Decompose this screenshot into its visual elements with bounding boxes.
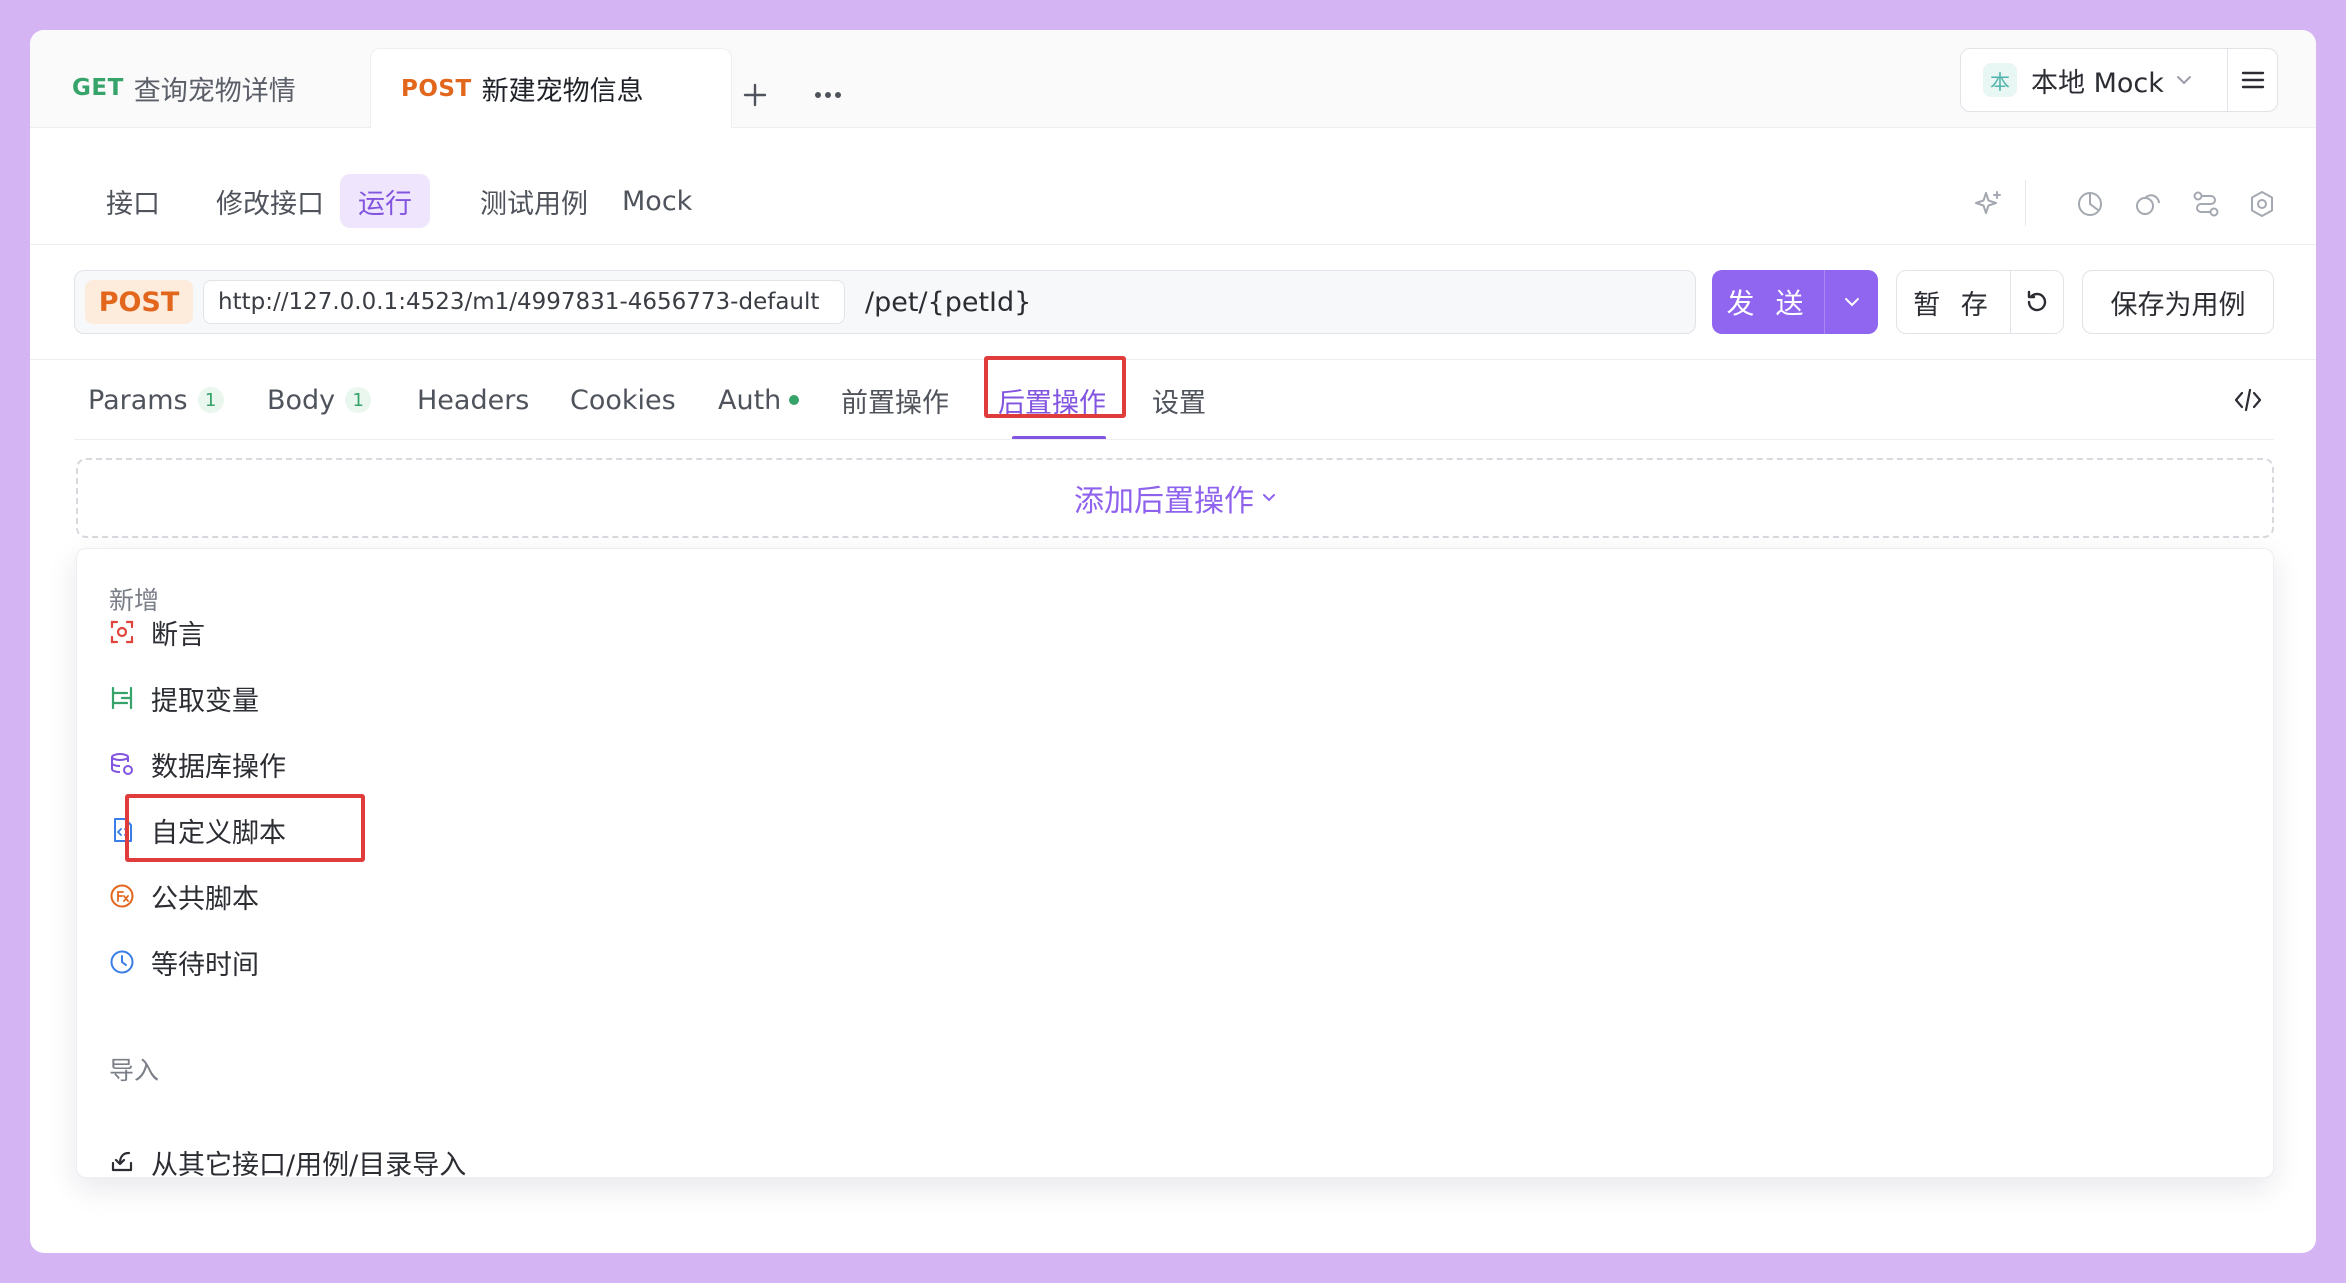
tab-settings[interactable]: 设置 bbox=[1152, 360, 1206, 440]
clock-icon bbox=[107, 947, 137, 977]
tab-post-operations[interactable]: 后置操作 bbox=[998, 360, 1106, 440]
tab-headers[interactable]: Headers bbox=[417, 360, 529, 440]
menu-item-label: 自定义脚本 bbox=[151, 817, 286, 849]
tab-label: Auth bbox=[718, 384, 782, 416]
reset-button[interactable] bbox=[2011, 271, 2063, 333]
status-dot bbox=[789, 395, 800, 405]
send-options-button[interactable] bbox=[1825, 270, 1878, 334]
tab-title: 查询宠物详情 bbox=[133, 75, 296, 107]
code-icon bbox=[2234, 388, 2262, 412]
subnav-test-cases[interactable]: 测试用例 bbox=[462, 174, 606, 228]
tab-auth[interactable]: Auth bbox=[718, 360, 800, 440]
menu-item-label: 从其它接口/用例/目录导入 bbox=[151, 1149, 467, 1181]
import-icon bbox=[107, 1147, 137, 1177]
copy-button[interactable] bbox=[2130, 186, 2166, 222]
environment-menu-button[interactable] bbox=[2228, 49, 2278, 111]
menu-item-label: 提取变量 bbox=[151, 685, 259, 717]
tab-get-pet-detail[interactable]: GET 查询宠物详情 bbox=[72, 48, 296, 128]
ai-sparkle-button[interactable] bbox=[1970, 186, 2006, 222]
menu-item-label: 公共脚本 bbox=[151, 883, 259, 915]
script-file-icon bbox=[107, 815, 137, 845]
gear-icon bbox=[2251, 191, 2273, 217]
subnav-mock[interactable]: Mock bbox=[604, 174, 710, 228]
more-tabs-button[interactable] bbox=[803, 70, 853, 120]
base-url-field[interactable]: http://127.0.0.1:4523/m1/4997831-4656773… bbox=[203, 280, 845, 324]
flow-route-icon bbox=[2193, 191, 2219, 217]
pie-clock-icon bbox=[2078, 192, 2102, 216]
tab-label: 后置操作 bbox=[998, 387, 1106, 419]
tab-body[interactable]: Body 1 bbox=[267, 360, 372, 440]
tab-pre-operations[interactable]: 前置操作 bbox=[841, 360, 949, 440]
function-icon bbox=[107, 881, 137, 911]
tab-label: Headers bbox=[417, 384, 530, 416]
menu-item-common-script[interactable]: 公共脚本 bbox=[107, 871, 259, 921]
tab-params[interactable]: Params 1 bbox=[88, 360, 224, 440]
count-badge: 1 bbox=[197, 387, 224, 413]
chevron-down-icon bbox=[1263, 494, 1275, 502]
divider bbox=[2025, 180, 2026, 226]
menu-section-import: 导入 bbox=[109, 1056, 160, 1085]
request-url-row: POST http://127.0.0.1:4523/m1/4997831-46… bbox=[30, 245, 2316, 360]
chevron-down-icon bbox=[2176, 76, 2191, 85]
extract-variable-icon bbox=[107, 683, 137, 713]
hamburger-menu-icon bbox=[2241, 71, 2265, 89]
settings-button[interactable] bbox=[2244, 186, 2280, 222]
method-select[interactable]: POST bbox=[85, 280, 193, 324]
request-tabs: Params 1 Body 1 Headers Cookies Auth 前置操… bbox=[30, 360, 2316, 440]
more-dots-icon bbox=[815, 92, 841, 98]
menu-item-extract-variable[interactable]: 提取变量 bbox=[107, 673, 259, 723]
undo-icon bbox=[2027, 290, 2047, 312]
menu-item-database-operation[interactable]: 数据库操作 bbox=[107, 739, 286, 789]
add-post-operation-label: 添加后置操作 bbox=[1074, 484, 1254, 519]
url-bar: POST http://127.0.0.1:4523/m1/4997831-46… bbox=[74, 270, 1696, 334]
plus-icon bbox=[743, 83, 767, 107]
environment-switcher: 本 本地 Mock bbox=[1960, 48, 2278, 112]
divider bbox=[74, 439, 2274, 440]
subnav-endpoint[interactable]: 接口 bbox=[88, 174, 178, 228]
add-post-operation-button[interactable]: 添加后置操作 bbox=[76, 458, 2274, 538]
subnav-run[interactable]: 运行 bbox=[340, 174, 430, 228]
database-icon bbox=[107, 749, 137, 779]
post-operation-menu: 新增 断言 提取变量 数据库操作 自定义脚本 公共脚本 等待时间 导入 从其它接… bbox=[76, 548, 2274, 1181]
environment-label: 本地 Mock bbox=[2031, 67, 2164, 99]
tab-create-pet[interactable]: POST 新建宠物信息 bbox=[370, 48, 732, 128]
generate-code-button[interactable] bbox=[2230, 382, 2266, 418]
environment-select[interactable]: 本 本地 Mock bbox=[1961, 49, 2227, 111]
tab-method: POST bbox=[401, 75, 472, 102]
menu-item-import[interactable]: 从其它接口/用例/目录导入 bbox=[107, 1137, 466, 1187]
endpoint-subnav: 接口 修改接口 运行 测试用例 Mock bbox=[30, 128, 2316, 245]
save-button[interactable]: 暂 存 bbox=[1897, 271, 2011, 333]
send-button-group: 发 送 bbox=[1712, 270, 1878, 334]
menu-item-label: 等待时间 bbox=[151, 949, 259, 981]
count-badge: 1 bbox=[345, 387, 372, 413]
tab-label: Cookies bbox=[570, 384, 676, 416]
tab-cookies[interactable]: Cookies bbox=[570, 360, 676, 440]
send-button[interactable]: 发 送 bbox=[1712, 270, 1824, 334]
assertion-icon bbox=[107, 617, 137, 647]
tab-bar: GET 查询宠物详情 POST 新建宠物信息 本 本地 Mock bbox=[30, 30, 2316, 128]
tab-label: 前置操作 bbox=[841, 387, 949, 419]
tab-label: Body bbox=[267, 384, 336, 416]
copy-icon bbox=[2136, 194, 2160, 215]
tab-title: 新建宠物信息 bbox=[481, 76, 644, 107]
history-button[interactable] bbox=[2072, 186, 2108, 222]
sparkle-icon bbox=[1975, 191, 2001, 214]
app-window: GET 查询宠物详情 POST 新建宠物信息 本 本地 Mock 接口 修改接口… bbox=[30, 30, 2316, 1253]
tab-label: Params bbox=[88, 384, 188, 416]
flow-button[interactable] bbox=[2188, 186, 2224, 222]
menu-item-label: 断言 bbox=[151, 619, 205, 651]
menu-item-custom-script[interactable]: 自定义脚本 bbox=[107, 805, 286, 855]
save-as-case-button[interactable]: 保存为用例 bbox=[2082, 270, 2274, 334]
path-input[interactable]: /pet/{petId} bbox=[865, 280, 1031, 324]
subnav-edit-endpoint[interactable]: 修改接口 bbox=[198, 174, 342, 228]
menu-item-assertion[interactable]: 断言 bbox=[107, 607, 205, 657]
add-tab-button[interactable] bbox=[730, 70, 780, 120]
menu-item-wait-time[interactable]: 等待时间 bbox=[107, 937, 259, 987]
save-button-group: 暂 存 bbox=[1896, 270, 2064, 334]
tab-method: GET bbox=[72, 75, 124, 101]
menu-item-label: 数据库操作 bbox=[151, 751, 286, 783]
environment-badge: 本 bbox=[1983, 63, 2017, 97]
tab-label: 设置 bbox=[1152, 387, 1206, 419]
chevron-down-icon bbox=[1844, 298, 1859, 307]
